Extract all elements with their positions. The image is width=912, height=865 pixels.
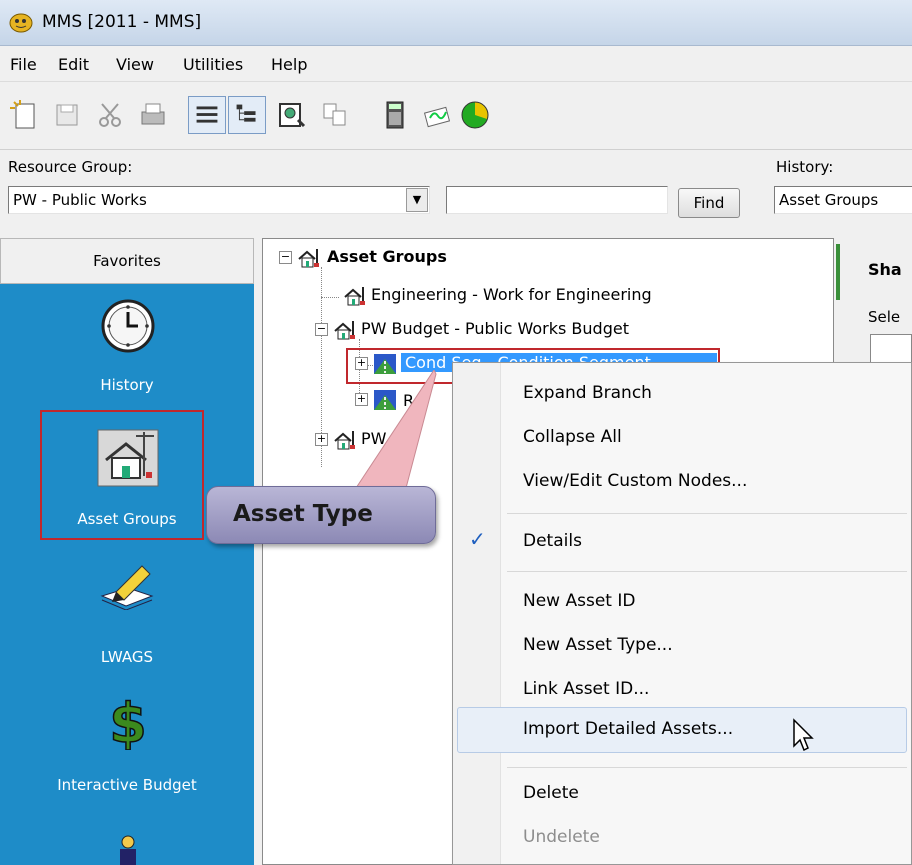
new-icon[interactable]	[6, 96, 44, 134]
splitter-handle[interactable]	[836, 244, 840, 300]
favorites-interactive-budget[interactable]: Interactive Budget	[0, 776, 254, 794]
callout-asset-type: Asset Type	[206, 486, 436, 544]
clock-icon[interactable]	[100, 298, 156, 354]
menu-item-undelete: Undelete	[523, 827, 600, 847]
collapse-root-toggle[interactable]: −	[279, 251, 292, 264]
menu-separator	[507, 767, 907, 768]
worker-icon[interactable]	[110, 832, 146, 865]
menu-item-new-asset-id[interactable]: New Asset ID	[523, 591, 635, 611]
asset-group-icon	[297, 247, 321, 269]
menu-item-view-edit-custom-nodes[interactable]: View/Edit Custom Nodes...	[523, 471, 747, 491]
callout-text: Asset Type	[233, 501, 373, 527]
context-menu: Expand Branch Collapse All View/Edit Cus…	[452, 362, 912, 865]
favorites-header: Favorites	[0, 238, 254, 284]
filter-bar: Resource Group: PW - Public Works ▼ Find…	[0, 150, 912, 230]
find-button[interactable]: Find	[678, 188, 740, 218]
mouse-cursor-icon	[793, 718, 814, 752]
menu-bar: File Edit View Utilities Help	[0, 46, 912, 82]
pie-chart-icon[interactable]	[456, 96, 494, 134]
menu-item-delete[interactable]: Delete	[523, 783, 579, 803]
history-combo[interactable]: Asset Groups	[774, 186, 912, 214]
tree-node-root[interactable]: Asset Groups	[327, 247, 447, 266]
select-label: Sele	[868, 308, 901, 326]
calculator-icon[interactable]	[376, 96, 414, 134]
checkmark-icon: ✓	[469, 527, 486, 551]
resource-group-combo[interactable]: PW - Public Works	[8, 186, 430, 214]
list-view-icon[interactable]	[188, 96, 226, 134]
tree-node-engineering[interactable]: Engineering - Work for Engineering	[371, 285, 652, 304]
menu-help[interactable]: Help	[271, 55, 307, 74]
history-label: History:	[776, 158, 834, 176]
report-icon[interactable]	[272, 96, 310, 134]
tree-view-icon[interactable]	[228, 96, 266, 134]
menu-item-collapse-all[interactable]: Collapse All	[523, 427, 622, 447]
resource-group-label: Resource Group:	[8, 158, 133, 176]
menu-item-details[interactable]: Details	[523, 531, 582, 551]
asset-group-icon	[333, 319, 357, 341]
svg-text:$: $	[109, 692, 147, 750]
toolbar	[0, 82, 912, 150]
search-input[interactable]	[446, 186, 668, 214]
menu-view[interactable]: View	[116, 55, 154, 74]
tree-node-pw-budget[interactable]: PW Budget - Public Works Budget	[361, 319, 629, 338]
signature-icon[interactable]	[418, 96, 456, 134]
menu-separator	[507, 571, 907, 572]
print-icon[interactable]	[134, 96, 172, 134]
window-title: MMS [2011 - MMS]	[42, 12, 202, 32]
menu-utilities[interactable]: Utilities	[183, 55, 243, 74]
details-title: Sha	[868, 260, 902, 279]
copy-icon[interactable]	[316, 96, 354, 134]
menu-item-expand-branch[interactable]: Expand Branch	[523, 383, 652, 403]
annotation-box-asset-groups	[40, 410, 204, 540]
cut-icon[interactable]	[92, 96, 130, 134]
collapse-pw-budget-toggle[interactable]: −	[315, 323, 328, 336]
menu-edit[interactable]: Edit	[58, 55, 89, 74]
title-bar: MMS [2011 - MMS]	[0, 0, 912, 46]
pencil-paper-icon[interactable]	[98, 562, 156, 611]
menu-file[interactable]: File	[10, 55, 37, 74]
select-field[interactable]	[870, 334, 912, 364]
menu-item-new-asset-type[interactable]: New Asset Type...	[523, 635, 673, 655]
menu-item-link-asset-id[interactable]: Link Asset ID...	[523, 679, 649, 699]
chevron-down-icon[interactable]: ▼	[406, 188, 428, 212]
save-icon[interactable]	[48, 96, 86, 134]
menu-item-import-detailed-assets[interactable]: Import Detailed Assets...	[523, 719, 733, 739]
asset-group-icon	[343, 285, 367, 307]
favorites-lwags[interactable]: LWAGS	[0, 648, 254, 666]
dollar-icon[interactable]: $	[108, 691, 148, 756]
app-logo-icon	[8, 10, 34, 34]
menu-separator	[507, 513, 907, 514]
